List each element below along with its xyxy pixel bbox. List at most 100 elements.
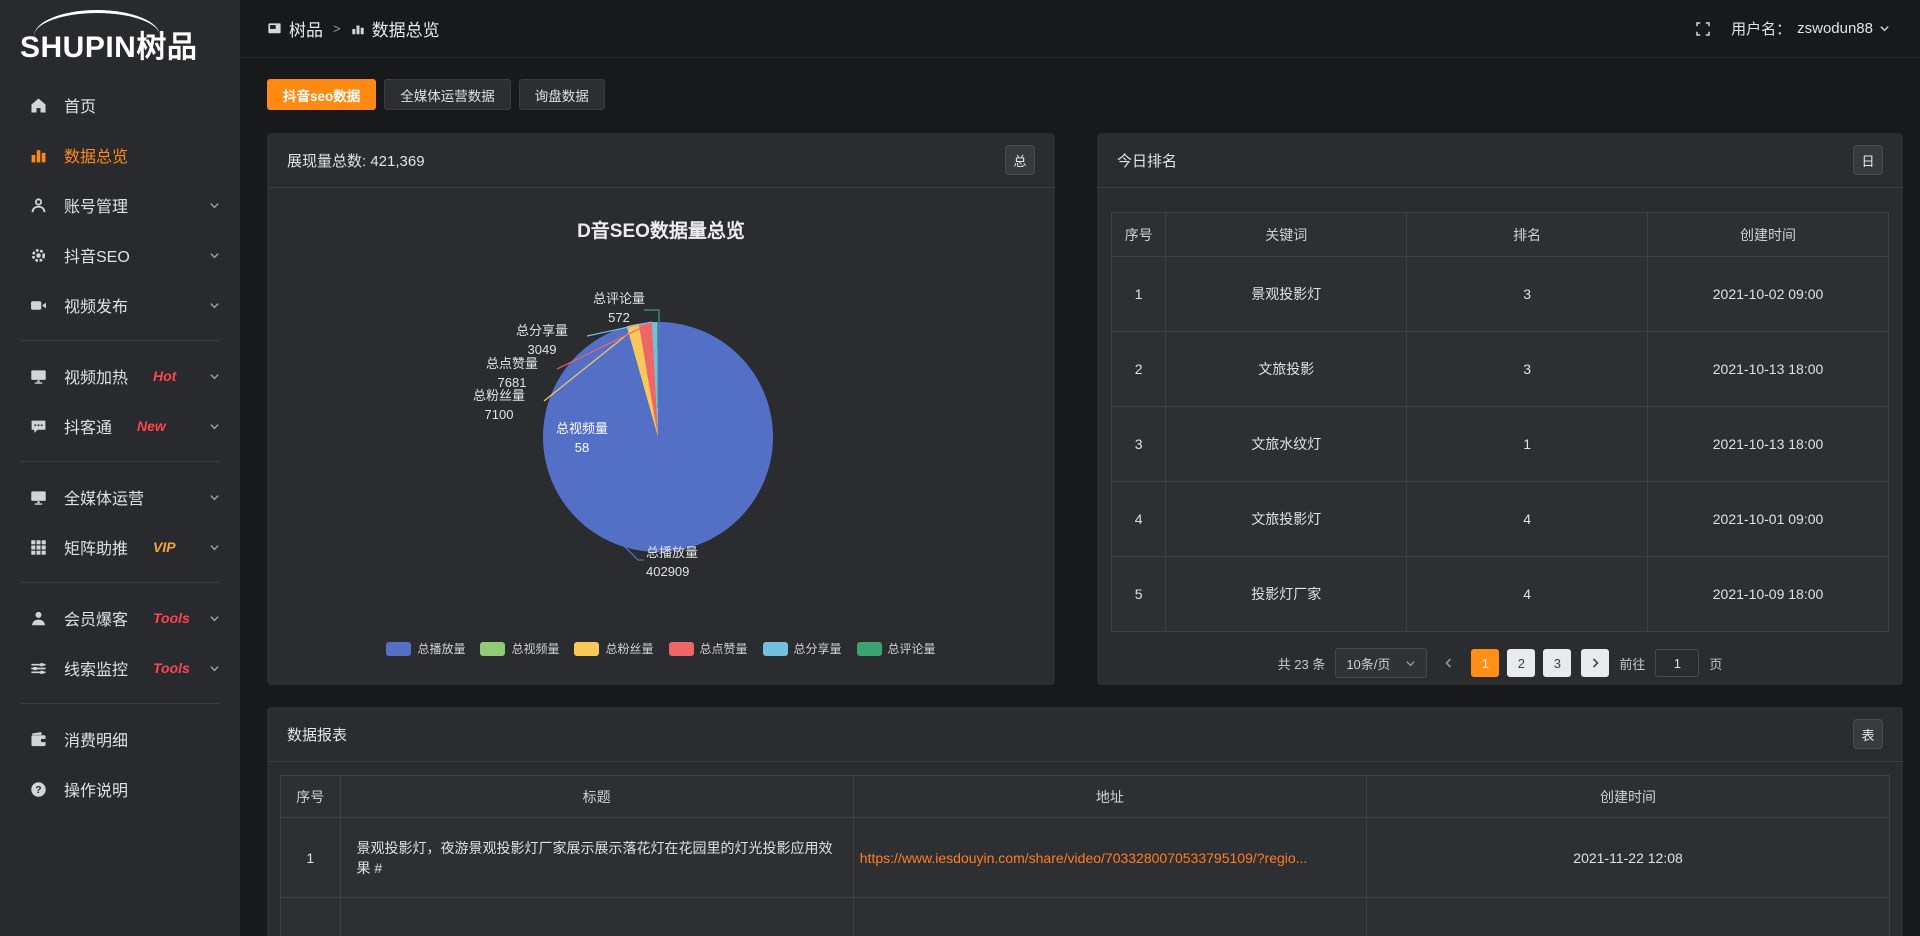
legend-label: 总分享量 <box>794 640 842 657</box>
tab-3[interactable]: 询盘数据 <box>519 79 605 110</box>
legend-swatch <box>480 642 505 656</box>
prev-page-icon[interactable] <box>1437 649 1461 677</box>
table-row: 5投影灯厂家42021-10-09 18:00 <box>1112 557 1889 632</box>
table-row <box>281 898 1890 936</box>
home-icon <box>30 97 49 114</box>
sliders-icon <box>30 660 49 677</box>
sidebar-divider <box>20 461 220 462</box>
gear-icon <box>30 247 49 264</box>
day-view-button[interactable]: 日 <box>1853 145 1883 175</box>
page-size-select[interactable]: 10条/页 <box>1335 648 1427 678</box>
table-cell: 2021-10-13 18:00 <box>1648 332 1889 407</box>
total-view-button[interactable]: 总 <box>1005 145 1035 175</box>
chat-icon <box>30 418 49 435</box>
page-button-1[interactable]: 1 <box>1471 649 1499 677</box>
table-cell: 3 <box>1407 257 1648 332</box>
sidebar-divider <box>20 340 220 341</box>
sidebar-item-douketong[interactable]: 抖客通New <box>0 401 240 451</box>
sidebar-item-label: 视频发布 <box>64 293 128 317</box>
svg-text:?: ? <box>35 784 41 795</box>
table-view-button[interactable]: 表 <box>1853 719 1883 749</box>
user-menu[interactable]: 用户名： zswodun88 <box>1731 18 1890 39</box>
pie-label: 总视频量58 <box>538 420 626 458</box>
table-cell: 2021-10-13 18:00 <box>1648 407 1889 482</box>
legend-label: 总播放量 <box>417 640 465 657</box>
chevron-down-icon <box>209 542 220 553</box>
sidebar-item-data-overview[interactable]: 数据总览 <box>0 130 240 180</box>
sidebar-item-video-heat[interactable]: 视频加热Hot <box>0 351 240 401</box>
sidebar-item-matrix-boost[interactable]: 矩阵助推VIP <box>0 522 240 572</box>
table-header-row: 序号关键词排名创建时间 <box>1112 213 1889 257</box>
legend-item[interactable]: 总粉丝量 <box>574 640 653 657</box>
chevron-down-icon <box>209 663 220 674</box>
table-cell: 1 <box>281 818 341 898</box>
breadcrumb-app-label: 树品 <box>289 16 323 41</box>
table-cell: 2021-11-22 12:08 <box>1367 818 1890 898</box>
goto-page-input[interactable] <box>1655 649 1699 677</box>
sidebar: SHUPIN树品 首页数据总览账号管理抖音SEO 视频发布视频加热Hot抖客通Ne… <box>0 0 240 936</box>
chevron-down-icon <box>209 371 220 382</box>
tab-2[interactable]: 全媒体运营数据 <box>384 79 511 110</box>
url-link[interactable]: https://www.iesdouyin.com/share/video/70… <box>853 818 1366 898</box>
table-row: 4文旅投影灯42021-10-01 09:00 <box>1112 482 1889 557</box>
user-solid-icon <box>30 610 49 627</box>
topbar: 树品 > 数据总览 用户名： zswodun88 <box>240 0 1920 58</box>
sidebar-item-label: 会员爆客 <box>64 606 128 630</box>
sidebar-item-label: 账号管理 <box>64 193 128 217</box>
table-cell: 文旅投影 <box>1166 332 1407 407</box>
legend-item[interactable]: 总视频量 <box>480 640 559 657</box>
sidebar-item-label: 矩阵助推 <box>64 535 128 559</box>
sidebar-item-home[interactable]: 首页 <box>0 80 240 130</box>
legend-item[interactable]: 总点赞量 <box>669 640 748 657</box>
sidebar-badge: Tools <box>153 610 190 626</box>
table-header-row: 序号标题地址创建时间 <box>281 776 1890 818</box>
chevron-down-icon <box>209 613 220 624</box>
legend-label: 总粉丝量 <box>605 640 653 657</box>
sidebar-item-label: 首页 <box>64 93 96 117</box>
pie-label: 总播放量402909 <box>646 544 756 582</box>
table-cell: 3 <box>1407 332 1648 407</box>
breadcrumb-page[interactable]: 数据总览 <box>351 16 440 41</box>
legend-item[interactable]: 总评论量 <box>857 640 936 657</box>
video-camera-icon <box>30 297 49 314</box>
sidebar-item-consume-detail[interactable]: 消费明细 <box>0 714 240 764</box>
pie-label-value: 572 <box>577 309 661 328</box>
chart-legend: 总播放量总视频量 总粉丝量总点赞量 总分享量总评论量 <box>267 640 1055 657</box>
question-circle-icon: ? <box>30 781 49 798</box>
breadcrumb-app[interactable]: 树品 <box>267 16 323 41</box>
report-table: 序号标题地址创建时间1景观投影灯，夜游景观投影灯厂家展示展示落花灯在花园里的灯光… <box>280 775 1890 936</box>
pie-label-name: 总评论量 <box>577 290 661 309</box>
sidebar-item-account-management[interactable]: 账号管理 <box>0 180 240 230</box>
legend-item[interactable]: 总分享量 <box>763 640 842 657</box>
legend-swatch <box>763 642 788 656</box>
column-header: 序号 <box>281 776 341 818</box>
pie-label-value: 3049 <box>498 341 586 360</box>
legend-swatch <box>669 642 694 656</box>
sidebar-item-video-publish[interactable]: 视频发布 <box>0 280 240 330</box>
next-page-icon[interactable] <box>1581 649 1609 677</box>
app-logo[interactable]: SHUPIN树品 <box>0 0 240 80</box>
tab-1[interactable]: 抖音seo数据 <box>267 79 376 110</box>
sidebar-badge: Tools <box>153 660 190 676</box>
sidebar-item-member-leads[interactable]: 会员爆客 Tools <box>0 593 240 643</box>
rank-table: 序号关键词排名创建时间1景观投影灯32021-10-02 09:002文旅投影3… <box>1111 212 1889 632</box>
legend-item[interactable]: 总播放量 <box>386 640 465 657</box>
breadcrumb: 树品 > 数据总览 <box>267 16 440 41</box>
pie-label: 总评论量572 <box>577 290 661 328</box>
page-button-2[interactable]: 2 <box>1507 649 1535 677</box>
table-cell: 投影灯厂家 <box>1166 557 1407 632</box>
sidebar-item-operation-guide[interactable]: ?操作说明 <box>0 764 240 814</box>
sidebar-item-media-operation[interactable]: 全媒体运营 <box>0 472 240 522</box>
chevron-down-icon <box>209 492 220 503</box>
column-header: 地址 <box>853 776 1366 818</box>
wallet-icon <box>30 731 49 748</box>
sidebar-item-clue-monitor[interactable]: 线索监控Tools <box>0 643 240 693</box>
fullscreen-icon[interactable] <box>1695 21 1711 37</box>
column-header: 标题 <box>340 776 853 818</box>
main-area: 树品 > 数据总览 用户名： zswodun88 抖音seo数据全媒体运营数据询… <box>240 0 1920 936</box>
page-button-3[interactable]: 3 <box>1543 649 1571 677</box>
table-cell: 5 <box>1112 557 1166 632</box>
sidebar-item-douyin-seo[interactable]: 抖音SEO <box>0 230 240 280</box>
goto-unit: 页 <box>1709 654 1722 673</box>
legend-swatch <box>386 642 411 656</box>
